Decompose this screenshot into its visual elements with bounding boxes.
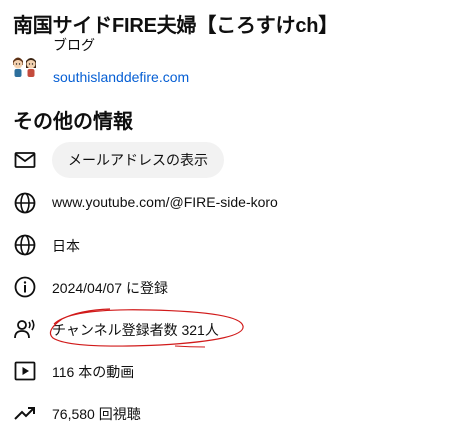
mail-icon — [14, 152, 36, 168]
subscribers-icon — [14, 319, 35, 339]
couple-avatar-icon — [13, 57, 36, 77]
website-link[interactable]: www.youtube.com/@FIRE-side-koro — [52, 194, 278, 210]
video-count: 116 本の動画 — [52, 364, 135, 380]
channel-title: 南国サイドFIRE夫婦【ころすけch】 — [13, 15, 339, 37]
joined-date: 2024/04/07 に登録 — [52, 280, 168, 296]
trending-icon — [14, 407, 35, 420]
view-count: 76,580 回視聴 — [52, 406, 141, 422]
about-panel: 南国サイドFIRE夫婦【ころすけch】 ブログ southislanddefir… — [0, 0, 463, 429]
country-row: 日本 — [13, 227, 453, 263]
subscribers-row: チャンネル登録者数 321人 — [13, 311, 453, 347]
country-text: 日本 — [52, 238, 80, 254]
joined-row: 2024/04/07 に登録 — [13, 269, 453, 305]
show-email-button[interactable]: メールアドレスの表示 — [52, 142, 224, 178]
email-row: メールアドレスの表示 — [13, 142, 453, 178]
subscriber-count: チャンネル登録者数 321人 — [52, 322, 219, 338]
info-icon — [14, 276, 36, 298]
channel-link[interactable]: ブログ southislanddefire.com — [11, 37, 431, 90]
link-url[interactable]: southislanddefire.com — [53, 69, 189, 85]
video-icon — [14, 361, 36, 381]
videos-row: 116 本の動画 — [13, 353, 453, 389]
views-row: 76,580 回視聴 — [13, 395, 453, 429]
website-row: www.youtube.com/@FIRE-side-koro — [13, 185, 453, 221]
globe-icon — [14, 192, 36, 214]
other-info-title: その他の情報 — [13, 111, 133, 133]
link-label: ブログ — [53, 37, 95, 53]
globe-icon — [14, 234, 36, 256]
